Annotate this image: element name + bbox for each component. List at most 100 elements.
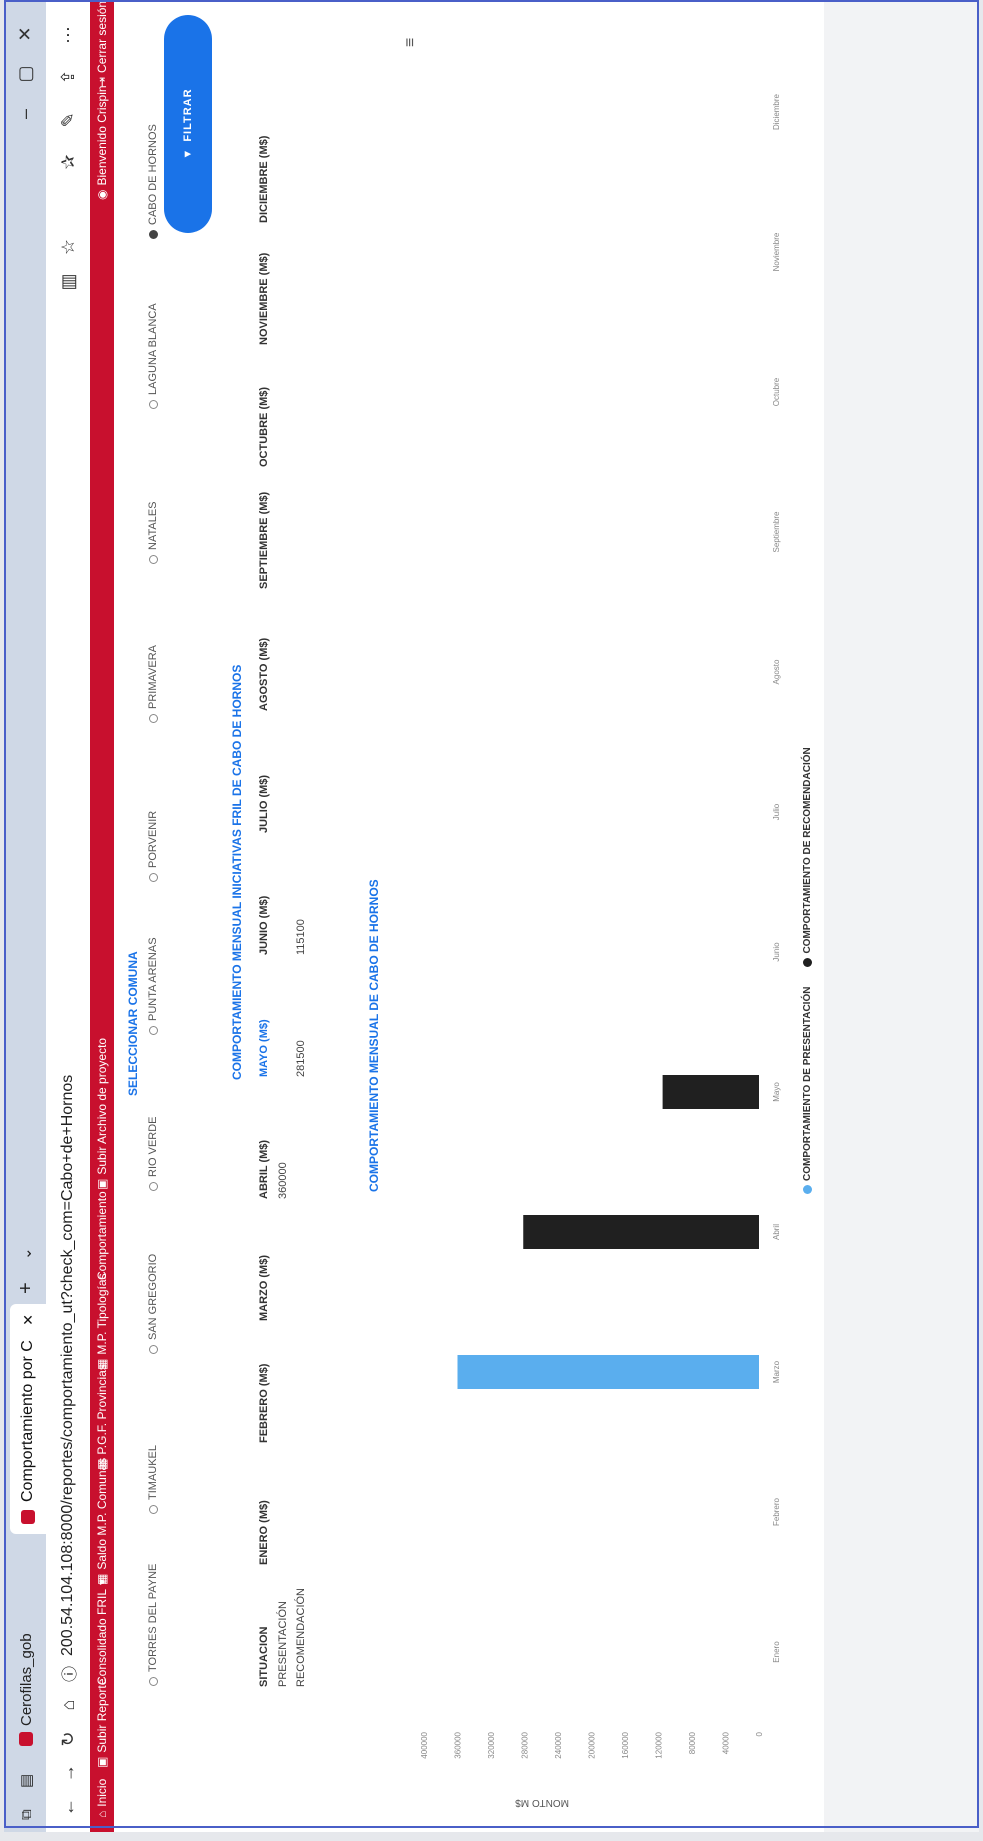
commune-label: PRIMAVERA [147, 645, 159, 709]
close-window-button[interactable]: ✕ [10, 16, 40, 52]
close-tab-icon[interactable]: ✕ [20, 1314, 37, 1326]
nav-label: Consolidado FRIL [95, 1588, 109, 1685]
radio-button[interactable] [148, 1026, 158, 1035]
page-bottom-area [824, 2, 979, 1832]
logout-label: Cerrar sesión [95, 2, 109, 73]
commune-option[interactable]: PUNTA ARENAS [147, 937, 159, 1035]
chevron-down-icon[interactable]: ⌄ [12, 1247, 40, 1260]
home-icon[interactable]: ⌂ [54, 1690, 82, 1720]
address-toolbar: ← → ↻ ⌂ ⓘ 200.54.104.108:8000/reportes/c… [46, 2, 91, 1832]
new-tab-icon[interactable]: + [12, 1282, 40, 1294]
legend-item[interactable]: COMPORTAMIENTO DE PRESENTACIÓN [802, 987, 813, 1194]
forward-icon[interactable]: → [54, 1758, 82, 1788]
maximize-button[interactable]: ▢ [10, 56, 40, 92]
legend-swatch [802, 957, 812, 967]
commune-option[interactable]: LAGUNA BLANCA [147, 303, 159, 409]
table-cell [274, 345, 292, 467]
table-header-row: SITUACION ENERO (M$) FEBRERO (M$) MARZO (M$… [254, 101, 274, 1687]
x-tick-label: Septiembre [772, 511, 781, 552]
logout-icon: ⇥ [95, 76, 109, 87]
pen-icon[interactable]: ✎ [54, 105, 82, 135]
y-tick-label: 280000 [521, 1731, 530, 1758]
minimize-button[interactable]: – [10, 96, 40, 132]
commune-option[interactable]: TIMAUKEL [147, 1445, 159, 1514]
tab-actions-icon[interactable]: ⧉ [12, 1809, 40, 1820]
cerofilas-favicon-icon [19, 1732, 33, 1746]
radio-button[interactable] [148, 555, 158, 564]
address-bar[interactable]: ⓘ 200.54.104.108:8000/reportes/comportam… [54, 482, 82, 1682]
scanned-page: ⧉ ▤ Cerofilas_gob Comportamiento por C ✕… [0, 0, 983, 1841]
logout-link[interactable]: ⇥ Cerrar sesión [95, 2, 109, 87]
nav-pgf-provincias[interactable]: ▦ P.G.F. Provincias [95, 1364, 109, 1470]
radio-button[interactable] [148, 230, 158, 239]
commune-option[interactable]: NATALES [147, 502, 159, 564]
commune-option[interactable]: SAN GREGORIO [147, 1254, 159, 1354]
x-tick-label: Enero [772, 1641, 781, 1663]
back-icon[interactable]: ← [54, 1792, 82, 1822]
nav-label: Subir Reporte [95, 1678, 109, 1753]
table-cell [274, 467, 292, 589]
y-tick-label: 240000 [554, 1731, 563, 1758]
table-icon: ▦ [95, 1358, 109, 1370]
column-header: SEPTIEMBRE (M$) [258, 491, 270, 589]
workspaces-icon[interactable]: ▤ [12, 1774, 40, 1788]
user-icon: ◉ [95, 189, 109, 200]
nav-saldo-mp[interactable]: ▦ Saldo M.P. Comunas [95, 1458, 109, 1585]
nav-inicio[interactable]: ⌂ Inicio [95, 1779, 109, 1818]
tab-comportamiento[interactable]: Comportamiento por C ✕ [10, 1304, 46, 1534]
chart-title: COMPORTAMIENTO MENSUAL DE CABO DE HORNOS [367, 879, 381, 1192]
radio-button[interactable] [148, 1505, 158, 1514]
table-cell [274, 1321, 292, 1443]
nav-mp-tipologias[interactable]: ▦ M.P. Tipologías [95, 1273, 109, 1370]
radio-button[interactable] [148, 1677, 158, 1686]
x-tick-label: Agosto [772, 659, 781, 684]
table-cell: 115100 [295, 919, 307, 955]
legend-item[interactable]: COMPORTAMIENTO DE RECOMENDACIÓN [802, 747, 813, 967]
column-header: ENERO (M$) [258, 1500, 270, 1565]
nav-subir-reporte[interactable]: ▣ Subir Reporte [95, 1679, 109, 1768]
table-cell [292, 1321, 310, 1443]
nav-label: Comportamiento [95, 1191, 109, 1280]
favorites-list-icon[interactable]: ✰ [54, 147, 82, 177]
commune-option[interactable]: CABO DE HORNOS [147, 124, 159, 239]
y-tick-label: 120000 [655, 1731, 664, 1758]
x-tick-label: Febrero [772, 1497, 781, 1526]
y-tick-label: 200000 [588, 1731, 597, 1758]
nav-comportamiento[interactable]: Comportamiento ▾ [95, 1181, 109, 1280]
commune-option[interactable]: TORRES DEL PAYNE [147, 1564, 159, 1686]
nav-consolidado-fril[interactable]: Consolidado FRIL ▾ [95, 1579, 109, 1685]
y-tick-label: 360000 [454, 1731, 463, 1758]
share-icon[interactable]: ⇪ [54, 62, 82, 92]
commune-option[interactable]: PRIMAVERA [147, 645, 159, 723]
commune-option[interactable]: PORVENIR [147, 811, 159, 882]
nav-subir-archivo[interactable]: ▣ Subir Archivo de proyecto [95, 1038, 109, 1190]
commune-option[interactable]: RIO VERDE [147, 1116, 159, 1191]
filter-button[interactable]: ▼ FILTRAR [164, 15, 212, 233]
column-header: FEBRERO (M$) [258, 1363, 270, 1443]
table-cell [274, 223, 292, 345]
radio-button[interactable] [148, 1182, 158, 1191]
user-menu[interactable]: ◉ Bienvenido Crispin [95, 85, 109, 200]
site-info-icon[interactable]: ⓘ [56, 1666, 80, 1682]
user-name: Bienvenido Crispin [95, 85, 109, 186]
reading-view-icon[interactable]: ▥ [54, 267, 82, 297]
favorite-star-icon[interactable]: ☆ [54, 232, 82, 262]
page-favicon-icon [21, 1510, 35, 1524]
radio-button[interactable] [148, 400, 158, 409]
more-options-icon[interactable]: ⋯ [54, 20, 82, 50]
commune-label: CABO DE HORNOS [147, 124, 159, 225]
radio-button[interactable] [148, 1345, 158, 1354]
radio-button[interactable] [148, 714, 158, 723]
commune-label: LAGUNA BLANCA [147, 303, 159, 395]
table-body: PRESENTACIÓN 360000 RECOMENDACIÓN 281500 115… [274, 101, 310, 1687]
column-header: DICIEMBRE (M$) [258, 135, 270, 223]
table-cell [274, 711, 292, 833]
tab-cerofilas[interactable]: Cerofilas_gob [12, 1633, 40, 1746]
reload-icon[interactable]: ↻ [54, 1724, 82, 1754]
table-cell [274, 101, 292, 223]
filter-icon: ▼ [182, 147, 194, 160]
radio-button[interactable] [148, 873, 158, 882]
commune-label: PORVENIR [147, 810, 159, 868]
table-cell [274, 955, 292, 1077]
y-tick-label: 320000 [487, 1731, 496, 1758]
